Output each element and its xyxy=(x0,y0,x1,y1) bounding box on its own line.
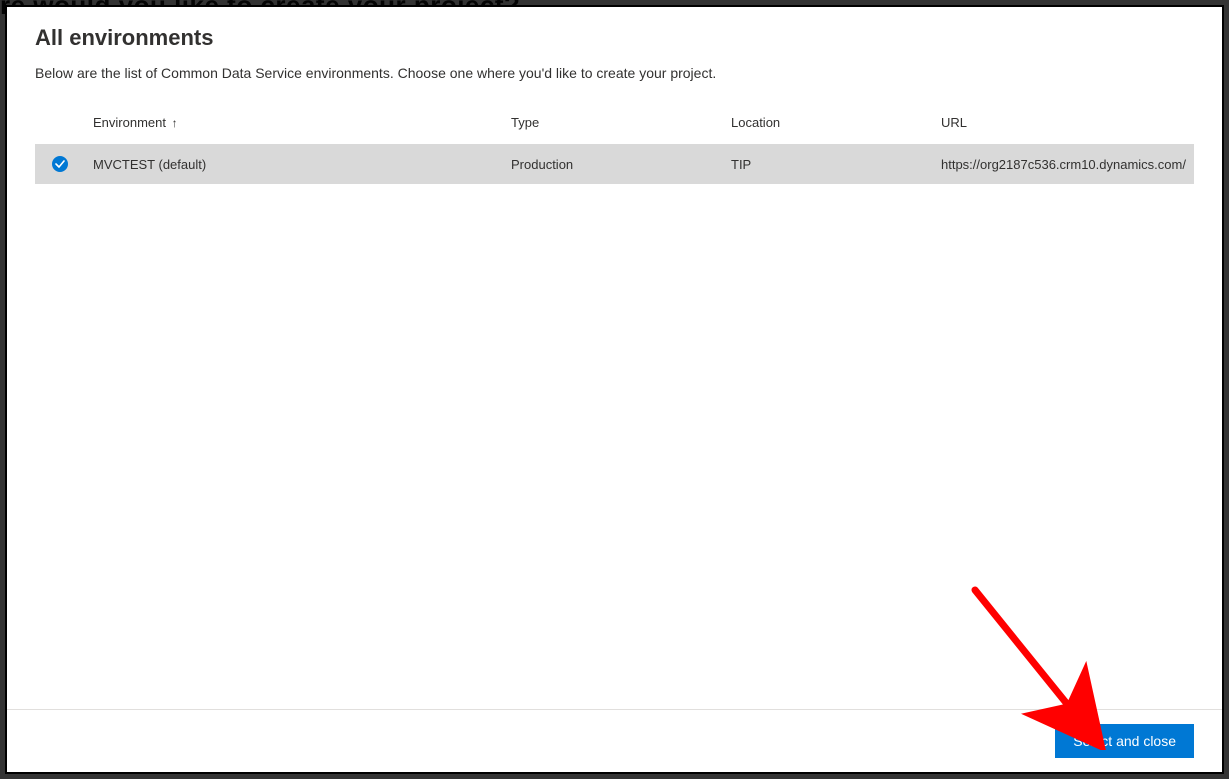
select-and-close-button[interactable]: Select and close xyxy=(1055,724,1194,758)
checkmark-circle-icon xyxy=(52,156,68,172)
environments-table: Environment ↑ Type Location URL MVCTEST … xyxy=(35,105,1194,184)
environments-modal: All environments Below are the list of C… xyxy=(5,5,1224,774)
col-header-environment-label: Environment xyxy=(93,115,166,130)
row-select-cell[interactable] xyxy=(35,144,85,184)
table-row[interactable]: MVCTEST (default) Production TIP https:/… xyxy=(35,144,1194,184)
cell-environment: MVCTEST (default) xyxy=(85,144,503,184)
cell-type: Production xyxy=(503,144,723,184)
col-header-location[interactable]: Location xyxy=(723,105,933,144)
col-header-environment[interactable]: Environment ↑ xyxy=(85,105,503,144)
col-header-select xyxy=(35,105,85,144)
modal-title: All environments xyxy=(35,25,1194,51)
sort-asc-icon: ↑ xyxy=(172,116,178,130)
modal-content: All environments Below are the list of C… xyxy=(7,7,1222,709)
cell-location: TIP xyxy=(723,144,933,184)
col-header-url[interactable]: URL xyxy=(933,105,1194,144)
table-header-row: Environment ↑ Type Location URL xyxy=(35,105,1194,144)
modal-subtitle: Below are the list of Common Data Servic… xyxy=(35,65,1194,81)
col-header-type[interactable]: Type xyxy=(503,105,723,144)
modal-footer: Select and close xyxy=(7,709,1222,772)
cell-url: https://org2187c536.crm10.dynamics.com/ xyxy=(933,144,1194,184)
